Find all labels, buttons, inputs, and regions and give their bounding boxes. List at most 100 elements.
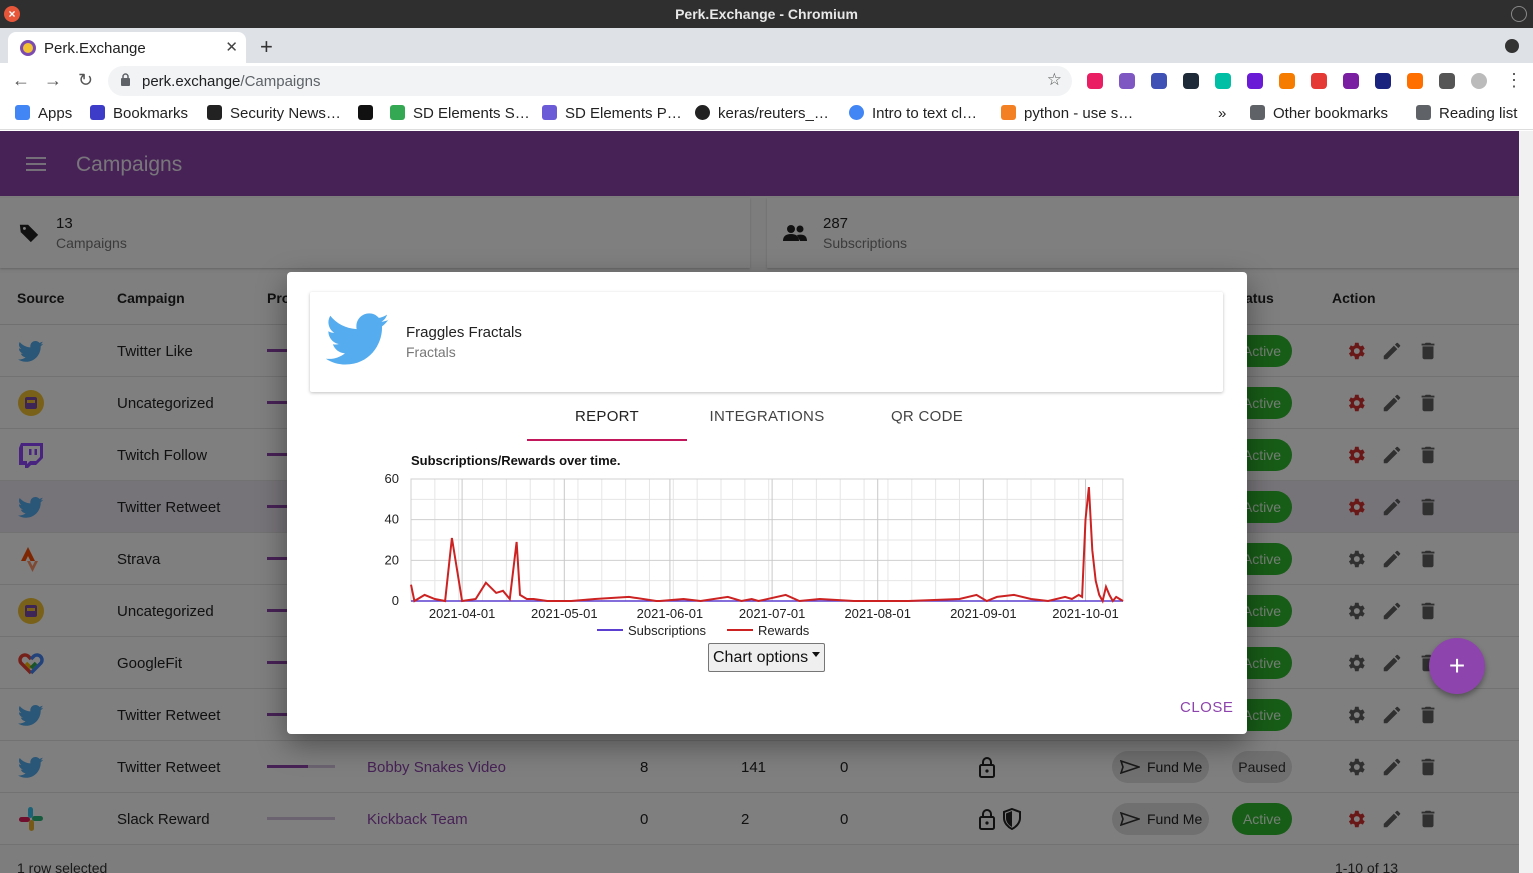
- tab-search-icon[interactable]: [1505, 39, 1519, 53]
- security-news-icon: [207, 105, 222, 120]
- x-tick-label: 2021-09-01: [950, 606, 1017, 621]
- bookmark-sde-plain[interactable]: [358, 105, 381, 122]
- window-title: Perk.Exchange - Chromium: [675, 6, 858, 22]
- campaign-subtitle: Fractals: [406, 344, 456, 360]
- chart-svg: 0 20 40 60 2021-04-01 2021-05-01 2021-06-01 202…: [385, 471, 1124, 638]
- tab-qr-code[interactable]: QR CODE: [847, 400, 1007, 441]
- x-tick-label: 2021-10-01: [1052, 606, 1119, 621]
- tab-report[interactable]: REPORT: [527, 400, 687, 441]
- bookmark-other[interactable]: Other bookmarks: [1250, 105, 1388, 122]
- browser-menu-icon[interactable]: ⋮: [1505, 70, 1523, 91]
- bookmark-label: SD Elements S…: [413, 105, 530, 122]
- apps-grid-icon: [15, 105, 30, 120]
- bookmark-label: Reading list: [1439, 105, 1518, 122]
- bookmark-sd-elements-s[interactable]: SD Elements S…: [390, 105, 530, 122]
- monero-icon[interactable]: [1087, 73, 1103, 89]
- github-icon: [695, 105, 710, 120]
- bookmarks-bar: Apps Bookmarks Security News… SD Element…: [0, 99, 1533, 130]
- perk-favicon-icon: [20, 40, 36, 56]
- url-text: perk.exchange/Campaigns: [142, 73, 320, 90]
- video-icon[interactable]: [1119, 73, 1135, 89]
- bookmark-label: Bookmarks: [113, 105, 189, 122]
- tab-close-icon[interactable]: ✕: [225, 38, 238, 56]
- profile-icon[interactable]: [1471, 73, 1487, 89]
- new-tab-button[interactable]: +: [260, 34, 273, 60]
- bookmark-label: Security News…: [230, 105, 341, 122]
- arrow-ext-icon[interactable]: [1247, 73, 1263, 89]
- bookmark-star-icon[interactable]: ☆: [1047, 70, 1062, 90]
- puzzle-icon[interactable]: [1439, 73, 1455, 89]
- browser-toolbar: ← → ↻ perk.exchange/Campaigns ☆ ⋮: [0, 63, 1533, 99]
- close-button[interactable]: CLOSE: [1180, 699, 1233, 716]
- chart-options-select[interactable]: Chart options: [708, 643, 825, 672]
- spark-icon[interactable]: [1407, 73, 1423, 89]
- page-scrollbar[interactable]: [1519, 131, 1533, 873]
- bookmark-label: Intro to text cl…: [872, 105, 978, 122]
- lock-icon: [121, 73, 130, 86]
- doc-icon: [542, 105, 557, 120]
- browser-tab[interactable]: Perk.Exchange ✕: [8, 32, 246, 63]
- x-ext-icon[interactable]: [1311, 73, 1327, 89]
- ghost-icon[interactable]: [1215, 73, 1231, 89]
- ext-circle-icon[interactable]: [1343, 73, 1359, 89]
- legend-label: Subscriptions: [628, 623, 707, 638]
- bookmark-label: SD Elements P…: [565, 105, 682, 122]
- back-button[interactable]: ←: [12, 70, 30, 91]
- y-tick-label: 20: [385, 552, 399, 567]
- reload-button[interactable]: ↻: [78, 70, 93, 91]
- report-chart: Subscriptions/Rewards over time. 0 20 40 60…: [347, 444, 1197, 674]
- campaign-report-dialog: Fraggles Fractals Fractals REPORT INTEGR…: [287, 272, 1247, 734]
- twitter-bird-icon: [326, 313, 389, 365]
- bookmark-apps[interactable]: Apps: [15, 105, 72, 122]
- tab-title: Perk.Exchange: [44, 40, 146, 57]
- window-close-icon[interactable]: ×: [4, 6, 20, 22]
- y-tick-label: 0: [392, 593, 399, 608]
- url-host: perk.exchange: [142, 73, 241, 90]
- add-campaign-button[interactable]: +: [1429, 638, 1485, 694]
- bookmark-bookmarks[interactable]: Bookmarks: [90, 105, 188, 122]
- legend-label: Rewards: [758, 623, 810, 638]
- bookmark-sd-elements-p[interactable]: SD Elements P…: [542, 105, 682, 122]
- series-line-rewards: [410, 486, 1124, 604]
- x-tick-label: 2021-07-01: [739, 606, 806, 621]
- campaign-header-card: Fraggles Fractals Fractals: [310, 292, 1223, 392]
- google-drive-icon: [390, 105, 405, 120]
- url-path: /Campaigns: [240, 73, 321, 90]
- bookmark-intro-text[interactable]: Intro to text cl…: [849, 105, 977, 122]
- bookmark-python[interactable]: python - use s…: [1001, 105, 1133, 122]
- window-maximize-icon[interactable]: [1511, 6, 1527, 22]
- 1password-icon[interactable]: [1151, 73, 1167, 89]
- reading-list-icon: [1416, 105, 1431, 120]
- forward-button[interactable]: →: [44, 70, 62, 91]
- chevron-down-icon: [812, 652, 820, 657]
- x-tick-label: 2021-04-01: [429, 606, 496, 621]
- bookmark-label: Other bookmarks: [1273, 105, 1389, 122]
- sde-icon: [358, 105, 373, 120]
- react-icon[interactable]: [1183, 73, 1199, 89]
- reading-list[interactable]: Reading list: [1416, 105, 1517, 122]
- metamask-icon[interactable]: [1279, 73, 1295, 89]
- bookmark-keras[interactable]: keras/reuters_…: [695, 105, 829, 122]
- x-tick-label: 2021-05-01: [531, 606, 598, 621]
- y-tick-label: 60: [385, 471, 399, 486]
- x-tick-label: 2021-06-01: [637, 606, 704, 621]
- y-tick-label: 40: [385, 512, 399, 527]
- window-titlebar: × Perk.Exchange - Chromium: [0, 0, 1533, 28]
- bookmark-label: keras/reuters_…: [718, 105, 829, 122]
- campaign-title: Fraggles Fractals: [406, 324, 522, 341]
- tab-integrations[interactable]: INTEGRATIONS: [687, 400, 847, 441]
- x-tick-label: 2021-08-01: [844, 606, 911, 621]
- bookmark-label: Apps: [38, 105, 73, 122]
- bookmark-label: python - use s…: [1024, 105, 1134, 122]
- tab-strip: Perk.Exchange ✕ +: [0, 28, 1533, 63]
- check-circle-icon[interactable]: [1375, 73, 1391, 89]
- cloud-icon: [849, 105, 864, 120]
- chart-options-label: Chart options: [713, 649, 809, 666]
- stackoverflow-icon: [1001, 105, 1016, 120]
- folder-icon: [1250, 105, 1265, 120]
- address-bar[interactable]: perk.exchange/Campaigns ☆: [108, 66, 1072, 96]
- bookmark-security-news[interactable]: Security News…: [207, 105, 341, 122]
- dialog-tabs: REPORT INTEGRATIONS QR CODE: [527, 400, 1007, 441]
- star-icon: [90, 105, 105, 120]
- bookmarks-more[interactable]: »: [1218, 105, 1226, 122]
